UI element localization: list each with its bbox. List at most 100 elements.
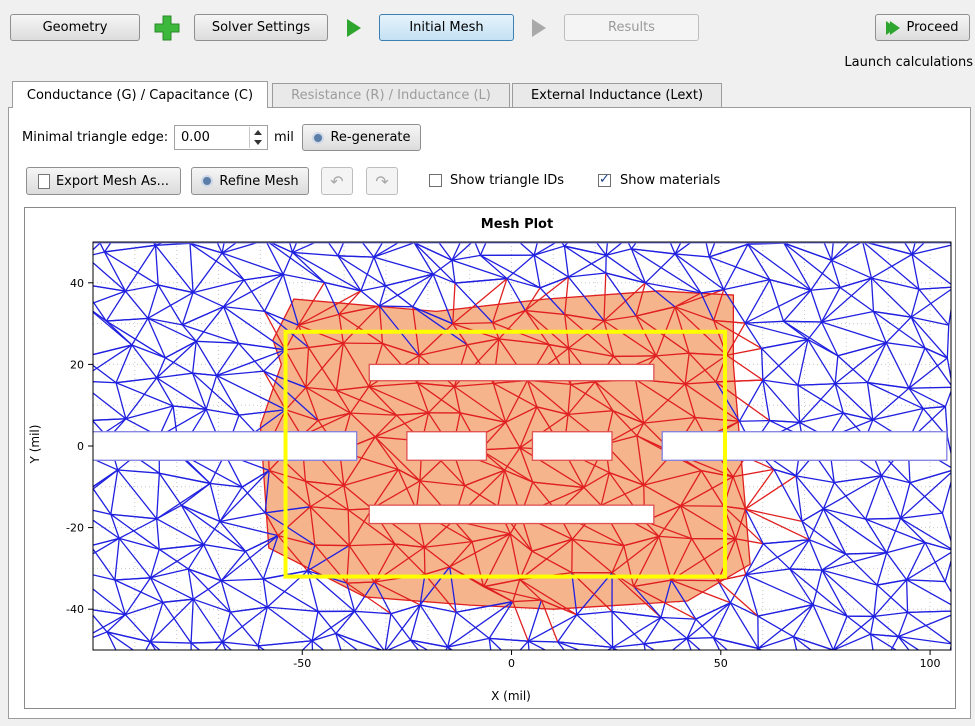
mesh-edge	[909, 482, 943, 514]
mesh-edge	[873, 585, 878, 617]
mesh-edge	[86, 216, 87, 256]
mesh-edge	[643, 643, 656, 650]
mesh-edge	[674, 242, 682, 255]
mesh-edge	[923, 405, 946, 410]
tab-resistance[interactable]: Resistance (R) / Inductance (L)	[272, 83, 510, 107]
show-ids-checkbox[interactable]	[429, 174, 442, 187]
mesh-edge	[237, 342, 265, 372]
spin-down-icon[interactable]	[254, 140, 262, 145]
mesh-edge	[946, 325, 950, 358]
mesh-edge	[763, 671, 801, 682]
mesh-edge	[455, 611, 490, 639]
mesh-edge	[324, 281, 362, 292]
mesh-edge	[789, 539, 810, 570]
mesh-edge	[495, 678, 532, 679]
mesh-edge	[311, 632, 337, 642]
mesh-edge	[911, 242, 916, 255]
mesh-edge	[154, 242, 157, 246]
x-tick-label: 50	[714, 657, 728, 670]
redo-button[interactable]: ↷	[366, 167, 398, 195]
x-tick-label: -50	[293, 657, 311, 670]
mesh-edge	[245, 550, 264, 580]
mesh-edge	[162, 598, 194, 603]
proceed-button[interactable]: Proceed	[875, 14, 970, 41]
mesh-edge	[413, 242, 416, 244]
mesh-edge	[745, 320, 784, 324]
mesh-edge	[105, 320, 133, 346]
mesh-edge	[434, 670, 474, 677]
mesh-edge	[883, 208, 922, 217]
mesh-edge	[221, 242, 239, 254]
geometry-button[interactable]: Geometry	[10, 14, 140, 41]
show-materials-checkbox[interactable]: ✓	[598, 172, 611, 187]
mesh-edge	[93, 420, 94, 421]
mesh-edge	[823, 508, 888, 554]
mesh-edge	[648, 670, 701, 679]
mesh-edge	[93, 631, 108, 639]
mesh-edge	[747, 243, 812, 291]
mesh-edge	[191, 641, 223, 644]
mesh-edge	[82, 306, 85, 357]
min-edge-stepper[interactable]: 0.00	[174, 125, 268, 150]
mesh-edge	[280, 211, 308, 215]
mesh-edge	[899, 482, 911, 519]
mesh-edge	[712, 602, 731, 638]
mesh-edge	[908, 386, 951, 389]
mesh-edge	[118, 537, 152, 579]
mesh-edge	[337, 255, 374, 258]
mesh-edge	[159, 472, 211, 485]
x-axis-label: X (mil)	[491, 689, 531, 703]
mesh-edge	[114, 579, 126, 615]
mesh-edge	[189, 242, 193, 244]
mesh-edge	[811, 208, 837, 211]
mesh-edge	[527, 641, 530, 650]
mesh-edge	[158, 472, 182, 506]
export-icon	[37, 173, 50, 189]
mesh-edge	[671, 579, 718, 582]
mesh-edge	[93, 537, 120, 546]
mesh-edge	[216, 342, 240, 376]
spin-up-icon[interactable]	[254, 130, 262, 135]
mesh-edge	[72, 487, 92, 505]
mesh-edge	[379, 305, 413, 308]
mesh-edge	[216, 349, 286, 377]
tab-external-inductance[interactable]: External Inductance (Lext)	[512, 83, 722, 107]
mesh-edge	[190, 642, 201, 650]
mesh-edge	[110, 469, 119, 515]
mesh-edge	[745, 475, 797, 510]
mesh-plot[interactable]: Mesh Plot -50 0 50 100 -40 -20 0 20 40 X (mil) Y…	[25, 208, 955, 708]
undo-button[interactable]: ↶	[321, 167, 353, 195]
initial-mesh-button[interactable]: Initial Mesh	[379, 14, 514, 41]
mesh-edge	[613, 355, 657, 358]
solver-settings-button[interactable]: Solver Settings	[194, 14, 328, 41]
mesh-edge	[115, 382, 127, 419]
mesh-edge	[745, 574, 759, 617]
mesh-edge	[93, 392, 127, 420]
results-button[interactable]: Results	[564, 14, 699, 41]
export-mesh-button[interactable]: Export Mesh As...	[26, 167, 181, 195]
mesh-edge	[605, 242, 609, 256]
mesh-edge	[221, 242, 225, 254]
mesh-edge	[669, 242, 676, 255]
mesh-edge	[578, 667, 626, 668]
mesh-edge	[118, 518, 157, 539]
mesh-edge	[205, 375, 218, 410]
tab-conductance[interactable]: Conductance (G) / Capacitance (C)	[12, 81, 268, 108]
mesh-edge	[941, 479, 951, 514]
mesh-edge	[192, 598, 223, 643]
mesh-edge	[866, 382, 874, 420]
show-materials-label: Show materials	[620, 173, 721, 188]
mesh-edge	[314, 544, 350, 547]
mesh-edge	[527, 640, 547, 650]
mesh-edge	[335, 633, 342, 650]
trace-left	[93, 431, 358, 461]
mesh-edge	[947, 242, 951, 245]
mesh-edge	[119, 537, 160, 550]
mesh-edge	[793, 636, 812, 650]
trace-segment	[531, 431, 613, 461]
refine-mesh-button[interactable]: Refine Mesh	[191, 167, 309, 195]
mesh-edge	[783, 320, 822, 323]
regenerate-button[interactable]: Re-generate	[302, 124, 421, 151]
mesh-edge	[761, 338, 809, 350]
mesh-edge	[203, 521, 221, 545]
